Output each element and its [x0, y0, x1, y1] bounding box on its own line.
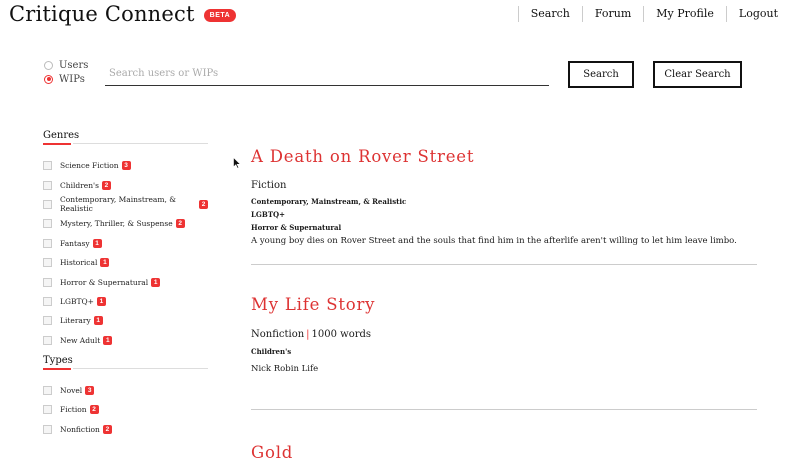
type-filter-item[interactable]: Novel 3	[43, 381, 208, 400]
count-badge: 1	[100, 258, 110, 268]
count-badge: 2	[101, 180, 111, 190]
filter-label: Horror & Supernatural	[60, 277, 149, 287]
genre-filter-item[interactable]: Horror & Supernatural 1	[43, 272, 208, 291]
wip-results: A Death on Rover Street Fiction Contempo…	[251, 146, 757, 464]
wip-card: Gold	[251, 442, 757, 464]
checkbox[interactable]	[43, 316, 52, 326]
filter-sidebar: Genres Science Fiction 3 Children's 2 Cont…	[43, 130, 208, 439]
nav-my-profile[interactable]: My Profile	[643, 6, 726, 22]
genre-filter-item[interactable]: Literary 1	[43, 311, 208, 330]
genre-filter-item[interactable]: Historical 1	[43, 253, 208, 272]
search-button[interactable]: Search	[568, 61, 634, 88]
filter-label: Mystery, Thriller, & Suspense	[60, 219, 173, 229]
filter-label: Contemporary, Mainstream, & Realistic	[60, 195, 176, 214]
filter-label: Fiction	[60, 405, 87, 415]
wip-title-link[interactable]: Gold	[251, 442, 757, 464]
nav-forum[interactable]: Forum	[581, 6, 643, 22]
wip-type: Nonfiction	[251, 329, 305, 340]
search-scope-radios: Users WIPs	[44, 58, 88, 86]
checkbox[interactable]	[43, 219, 52, 229]
wip-card: My Life Story Nonfiction | 1000 words Chil…	[251, 294, 757, 410]
radio-label: Users	[59, 59, 89, 71]
count-badge: 2	[175, 219, 185, 229]
separator: |	[306, 329, 310, 340]
genre-filter-item[interactable]: Children's 2	[43, 175, 208, 194]
genre-filter-item[interactable]: Science Fiction 3	[43, 156, 208, 175]
checkbox[interactable]	[43, 335, 52, 345]
type-filter-list: Novel 3 Fiction 2 Nonfiction 2	[43, 381, 208, 439]
checkbox[interactable]	[43, 424, 52, 434]
checkbox[interactable]	[43, 386, 52, 396]
count-badge: 2	[102, 424, 112, 434]
count-badge: 1	[93, 316, 103, 326]
checkbox[interactable]	[43, 180, 52, 190]
count-badge: 1	[92, 238, 102, 248]
wip-genre: Horror & Supernatural	[251, 223, 342, 232]
type-filter-item[interactable]: Fiction 2	[43, 400, 208, 419]
count-badge: 2	[199, 199, 208, 209]
genre-filter-item[interactable]: Mystery, Thriller, & Suspense 2	[43, 214, 208, 233]
wip-genre: Contemporary, Mainstream, & Realistic	[251, 197, 407, 206]
types-block: Types Novel 3 Fiction 2 Nonfiction 2	[43, 355, 208, 439]
brand[interactable]: Critique Connect BETA	[9, 2, 237, 26]
wip-genres: Children's	[251, 345, 757, 358]
nav-search[interactable]: Search	[517, 6, 582, 22]
nav-logout[interactable]: Logout	[725, 6, 790, 22]
search-input[interactable]	[105, 62, 549, 86]
count-badge: 2	[89, 405, 99, 415]
filter-label: Literary	[60, 316, 91, 326]
genres-heading: Genres	[43, 130, 208, 145]
count-badge: 1	[151, 277, 161, 287]
checkbox[interactable]	[43, 296, 52, 306]
wip-genres: Contemporary, Mainstream, & Realistic LG…	[251, 195, 757, 234]
count-badge: 3	[121, 161, 131, 171]
beta-badge: BETA	[203, 8, 237, 22]
type-filter-item[interactable]: Nonfiction 2	[43, 420, 208, 439]
wip-description: A young boy dies on Rover Street and the…	[251, 236, 737, 246]
filter-label: Historical	[60, 258, 98, 268]
count-badge: 3	[85, 386, 95, 396]
wip-description: Nick Robin Life	[251, 364, 319, 374]
count-badge: 1	[96, 296, 106, 306]
wip-word-count: 1000 words	[311, 329, 372, 340]
wip-genre: Children's	[251, 347, 292, 356]
radio-button[interactable]	[44, 60, 53, 70]
checkbox[interactable]	[43, 161, 52, 171]
checkbox[interactable]	[43, 258, 52, 268]
filter-label: LGBTQ+	[60, 296, 94, 306]
filter-label: New Adult	[60, 335, 101, 345]
clear-search-button[interactable]: Clear Search	[653, 61, 742, 88]
genre-filter-list: Science Fiction 3 Children's 2 Contemporar…	[43, 156, 208, 350]
genre-filter-item[interactable]: New Adult 1	[43, 331, 208, 350]
wip-type: Fiction	[251, 180, 287, 191]
radio-wips[interactable]: WIPs	[44, 72, 88, 86]
filter-label: Novel	[60, 386, 83, 396]
radio-button-checked[interactable]	[44, 74, 53, 84]
types-heading: Types	[43, 355, 208, 370]
wip-card: A Death on Rover Street Fiction Contempo…	[251, 146, 757, 265]
checkbox[interactable]	[43, 405, 52, 415]
mouse-cursor-icon	[233, 157, 241, 169]
filter-label: Fantasy	[60, 238, 90, 248]
wip-title-link[interactable]: A Death on Rover Street	[251, 146, 757, 168]
filter-label: Nonfiction	[60, 424, 100, 434]
top-nav: Search Forum My Profile Logout	[517, 6, 790, 22]
count-badge: 1	[103, 335, 113, 345]
radio-label: WIPs	[59, 73, 85, 85]
radio-users[interactable]: Users	[44, 58, 88, 72]
brand-name[interactable]: Critique Connect	[9, 2, 195, 26]
genre-filter-item[interactable]: LGBTQ+ 1	[43, 292, 208, 311]
filter-label: Science Fiction	[60, 161, 119, 171]
checkbox[interactable]	[43, 277, 52, 287]
filter-label: Children's	[60, 180, 99, 190]
genre-filter-item[interactable]: Fantasy 1	[43, 234, 208, 253]
checkbox[interactable]	[43, 238, 52, 248]
wip-genre: LGBTQ+	[251, 210, 285, 219]
wip-title-link[interactable]: My Life Story	[251, 294, 757, 316]
wip-type-line: Nonfiction | 1000 words	[251, 329, 757, 341]
checkbox[interactable]	[43, 199, 52, 209]
genre-filter-item[interactable]: Contemporary, Mainstream, & Realistic 2	[43, 195, 208, 214]
